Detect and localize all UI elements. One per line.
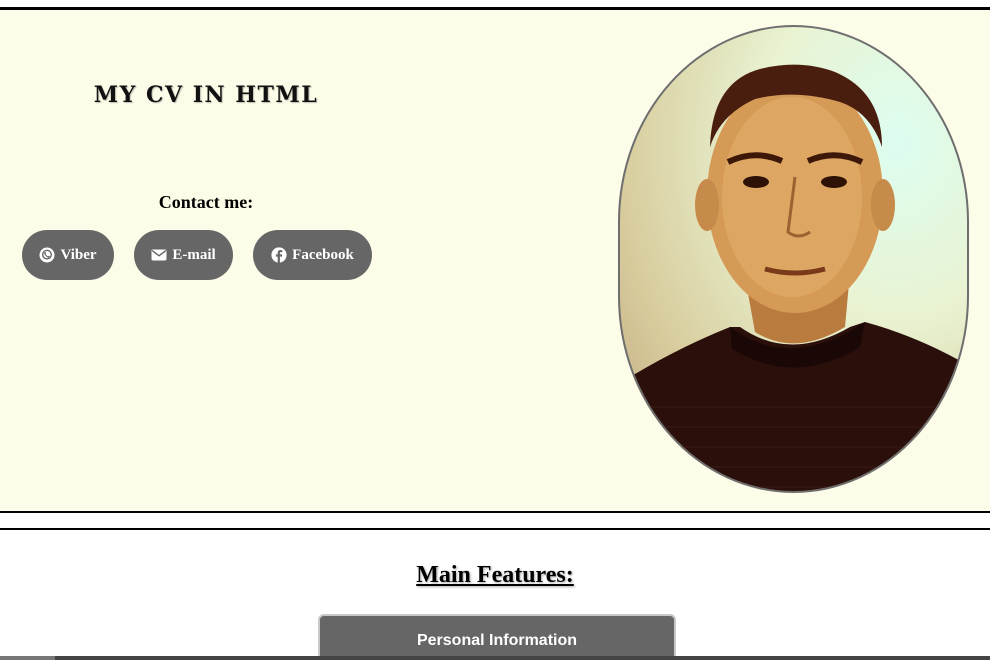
page-title: MY CV IN HTML [93,82,319,108]
contact-heading: Contact me: [158,192,254,212]
envelope-icon [151,249,167,261]
facebook-button[interactable]: Facebook [253,230,372,280]
section-divider [0,528,990,530]
bottom-bar [0,656,990,660]
bottom-bar-accent [0,656,55,660]
viber-button-label: Viber [60,246,97,263]
facebook-icon [271,247,287,263]
viber-button[interactable]: Viber [22,230,114,280]
email-button[interactable]: E-mail [134,230,233,280]
facebook-button-label: Facebook [292,246,354,263]
header-bottom-rule [0,511,990,513]
email-button-label: E-mail [172,246,216,263]
header-section: MY CV IN HTML Contact me: Viber E-mail F… [0,10,990,511]
profile-photo [618,25,969,493]
tab-label: Personal Information [416,632,578,649]
portrait-image [620,64,967,491]
main-features-heading: Main Features: [416,562,574,588]
tab-personal-information[interactable]: Personal Information [318,614,676,660]
viber-icon [39,247,55,263]
